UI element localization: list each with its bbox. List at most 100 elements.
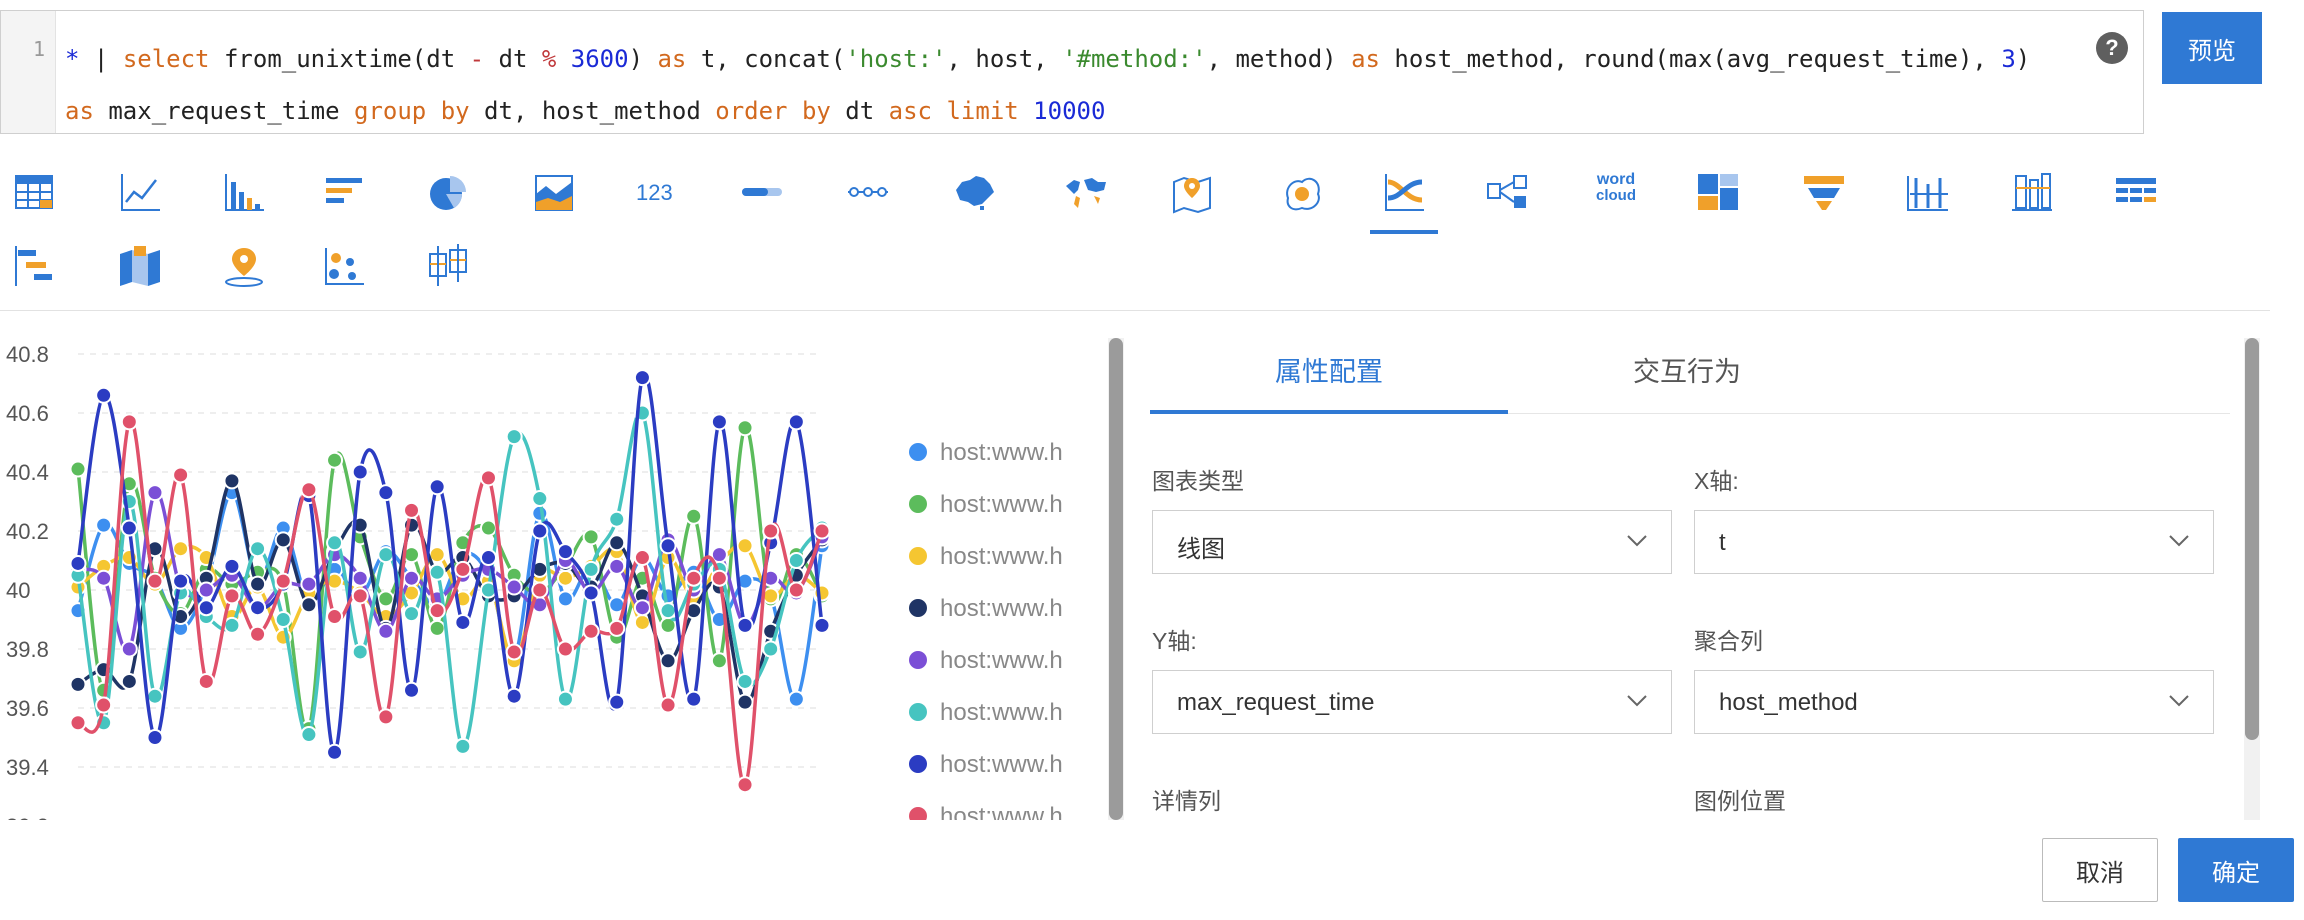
data-point [582, 584, 600, 602]
sql-query-text[interactable]: * | select from_unixtime(dt - dt % 3600)… [65, 33, 2055, 137]
data-point [608, 510, 626, 528]
data-point [556, 640, 574, 658]
panel-scrollbar[interactable] [2245, 338, 2259, 740]
data-point [633, 549, 651, 567]
data-point [710, 413, 728, 431]
data-point [120, 413, 138, 431]
data-point [736, 419, 754, 437]
single-value-icon[interactable]: 123 [634, 168, 682, 216]
tab-property-config[interactable]: 属性配置 [1150, 350, 1508, 414]
legend-label: host:www.h [940, 647, 1063, 674]
legend-marker [909, 755, 927, 773]
confirm-button[interactable]: 确定 [2178, 838, 2294, 902]
x-axis-select[interactable]: t [1694, 510, 2214, 574]
funnel-icon[interactable] [1800, 168, 1848, 216]
tab-interaction[interactable]: 交互行为 [1508, 350, 1866, 414]
legend-label: host:www.h [940, 491, 1063, 518]
y-tick-label: 40.8 [6, 342, 49, 367]
heatmap-icon[interactable] [1278, 168, 1326, 216]
data-point [633, 599, 651, 617]
world-map-icon[interactable] [1062, 168, 1110, 216]
gantt-icon[interactable] [10, 242, 58, 290]
data-point [787, 552, 805, 569]
scatter-icon[interactable] [320, 242, 368, 290]
data-point [479, 519, 497, 537]
sql-token: from_unixtime(dt [209, 45, 470, 73]
data-point [223, 587, 241, 605]
data-point [505, 643, 523, 661]
chart-scrollbar[interactable] [1109, 338, 1123, 820]
data-point [377, 590, 395, 608]
timeline-icon[interactable] [844, 168, 892, 216]
line-number-gutter: 1 [1, 11, 56, 133]
data-point [479, 549, 497, 567]
data-point [326, 451, 344, 469]
data-point [326, 608, 344, 626]
sankey-icon[interactable] [1484, 168, 1532, 216]
preview-button[interactable]: 预览 [2162, 12, 2262, 84]
agg-column-select[interactable]: host_method [1694, 670, 2214, 734]
data-point [659, 696, 677, 714]
chart-type-label: 图表类型 [1152, 468, 1244, 494]
data-point [403, 681, 421, 699]
data-point [685, 569, 703, 587]
y-axis-select[interactable]: max_request_time [1152, 670, 1672, 734]
data-point [685, 690, 703, 708]
data-point [454, 560, 472, 578]
legend-label: host:www.h [940, 803, 1063, 820]
horizontal-bar-icon[interactable] [320, 168, 368, 216]
sql-token: group [354, 97, 427, 125]
table-icon[interactable] [10, 168, 58, 216]
legend-marker [909, 547, 927, 565]
column-table-icon[interactable] [1904, 168, 1952, 216]
legend-marker [909, 807, 927, 820]
legend-label: host:www.h [940, 595, 1063, 622]
data-point [454, 613, 472, 631]
y-axis-label: Y轴: [1152, 628, 1197, 654]
data-point [95, 569, 113, 587]
sql-token: by [801, 97, 831, 125]
pie-chart-icon[interactable] [424, 168, 472, 216]
sql-token: '#method:' [1062, 45, 1207, 73]
chevron-down-icon [2169, 695, 2189, 707]
data-point [403, 501, 421, 519]
data-point [582, 622, 600, 640]
bar-table-icon[interactable] [2008, 168, 2056, 216]
legend-label: host:www.h [940, 699, 1063, 726]
flow-chart-icon[interactable] [1370, 168, 1438, 234]
legend-label: host:www.h [940, 439, 1063, 466]
cancel-button[interactable]: 取消 [2042, 838, 2158, 902]
chart-preview: 40.8 40.6 40.4 40.2 40 39.8 39.6 39.4 39.2 host:w… [0, 330, 1080, 820]
data-point [377, 708, 395, 726]
chart-type-select[interactable]: 线图 [1152, 510, 1672, 574]
progress-bar-icon[interactable] [738, 168, 786, 216]
sql-token: dt [830, 97, 889, 125]
data-point [300, 726, 318, 744]
chevron-down-icon [2169, 535, 2189, 547]
sql-token: | [79, 45, 123, 73]
location-icon[interactable] [220, 242, 268, 290]
bar-chart-icon[interactable] [220, 168, 268, 216]
y-tick-label: 40.2 [6, 519, 49, 544]
data-point [762, 640, 780, 658]
sql-token: as [1351, 45, 1380, 73]
data-point [813, 616, 831, 634]
data-point [531, 522, 549, 540]
amap-icon[interactable] [1168, 168, 1216, 216]
data-point [608, 693, 626, 711]
sql-editor[interactable]: 1 * | select from_unixtime(dt - dt % 360… [0, 10, 2144, 134]
boxplot-icon[interactable] [424, 242, 472, 290]
china-map-icon[interactable] [950, 168, 998, 216]
chevron-down-icon [1627, 695, 1647, 707]
data-point [582, 528, 600, 546]
area-chart-icon[interactable] [530, 168, 578, 216]
grid-table-icon[interactable] [2112, 168, 2160, 216]
help-circle-icon[interactable]: ? [2096, 32, 2128, 64]
data-point [787, 581, 805, 599]
line-chart-icon[interactable] [116, 168, 164, 216]
map-3d-icon[interactable] [116, 242, 164, 290]
treemap-icon[interactable] [1694, 168, 1742, 216]
word-cloud-icon[interactable]: word cloud [1590, 168, 1638, 216]
